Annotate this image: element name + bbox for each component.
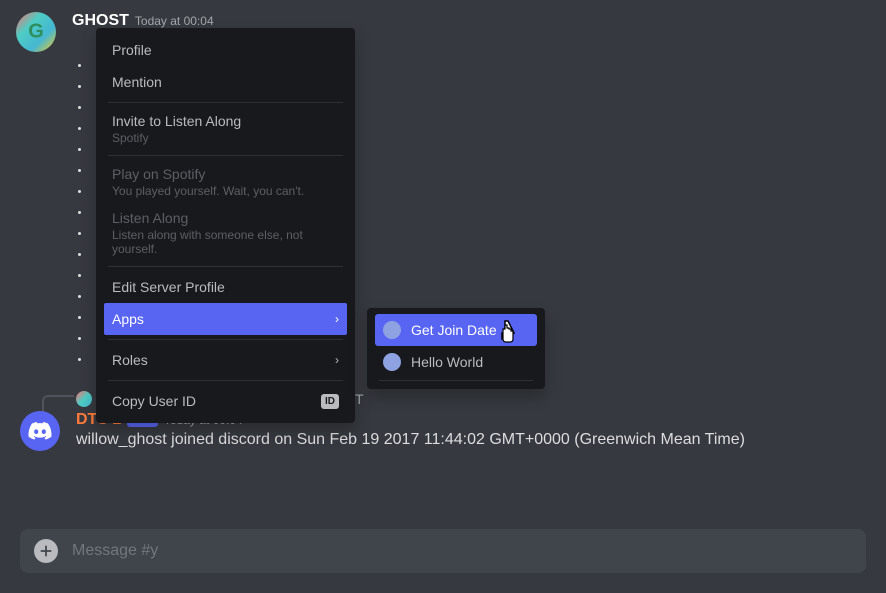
menu-mention-label: Mention bbox=[112, 74, 162, 90]
menu-invite-listen-label: Invite to Listen Along bbox=[112, 113, 339, 129]
bot-avatar[interactable] bbox=[20, 411, 60, 451]
submenu-hello-world[interactable]: Hello World bbox=[375, 346, 537, 378]
menu-edit-server-profile[interactable]: Edit Server Profile bbox=[104, 271, 347, 303]
menu-play-spotify-sub: You played yourself. Wait, you can't. bbox=[112, 184, 339, 198]
menu-separator bbox=[108, 339, 343, 340]
menu-play-spotify-label: Play on Spotify bbox=[112, 166, 339, 182]
submenu-get-join-date-label: Get Join Date bbox=[411, 322, 497, 338]
plus-icon bbox=[39, 544, 53, 558]
menu-listen-along-sub: Listen along with someone else, not your… bbox=[112, 228, 339, 256]
menu-profile-label: Profile bbox=[112, 42, 152, 58]
app-icon bbox=[383, 321, 401, 339]
user-avatar[interactable] bbox=[16, 12, 56, 52]
menu-copy-id-label: Copy User ID bbox=[112, 393, 196, 409]
user-context-menu: Profile Mention Invite to Listen Along S… bbox=[96, 28, 355, 423]
mini-avatar[interactable] bbox=[76, 391, 92, 407]
discord-logo-icon bbox=[28, 419, 52, 443]
menu-play-spotify: Play on Spotify You played yourself. Wai… bbox=[104, 160, 347, 204]
submenu-hello-world-label: Hello World bbox=[411, 354, 483, 370]
menu-edit-profile-label: Edit Server Profile bbox=[112, 279, 225, 295]
attach-button[interactable] bbox=[34, 539, 58, 563]
apps-submenu: Get Join Date Hello World bbox=[367, 308, 545, 389]
menu-copy-user-id[interactable]: Copy User ID ID bbox=[104, 385, 347, 417]
menu-apps[interactable]: Apps › bbox=[104, 303, 347, 335]
menu-roles[interactable]: Roles › bbox=[104, 344, 347, 376]
menu-listen-along: Listen Along Listen along with someone e… bbox=[104, 204, 347, 262]
id-badge-icon: ID bbox=[321, 394, 339, 409]
bot-message-content: willow_ghost joined discord on Sun Feb 1… bbox=[76, 431, 745, 449]
message-input-container[interactable]: Message #y bbox=[20, 529, 866, 573]
chevron-right-icon: › bbox=[335, 312, 339, 326]
menu-separator bbox=[108, 266, 343, 267]
menu-separator bbox=[108, 155, 343, 156]
menu-separator bbox=[108, 380, 343, 381]
menu-separator bbox=[108, 102, 343, 103]
menu-invite-listen[interactable]: Invite to Listen Along Spotify bbox=[104, 107, 347, 151]
menu-invite-listen-sub: Spotify bbox=[112, 131, 339, 145]
menu-apps-label: Apps bbox=[112, 311, 144, 327]
message-timestamp: Today at 00:04 bbox=[135, 14, 214, 28]
submenu-get-join-date[interactable]: Get Join Date bbox=[375, 314, 537, 346]
menu-mention[interactable]: Mention bbox=[104, 66, 347, 98]
message-input[interactable]: Message #y bbox=[72, 542, 158, 560]
menu-listen-along-label: Listen Along bbox=[112, 210, 339, 226]
menu-roles-label: Roles bbox=[112, 352, 148, 368]
submenu-separator bbox=[379, 380, 533, 381]
menu-profile[interactable]: Profile bbox=[104, 34, 347, 66]
app-icon bbox=[383, 353, 401, 371]
chevron-right-icon: › bbox=[335, 353, 339, 367]
